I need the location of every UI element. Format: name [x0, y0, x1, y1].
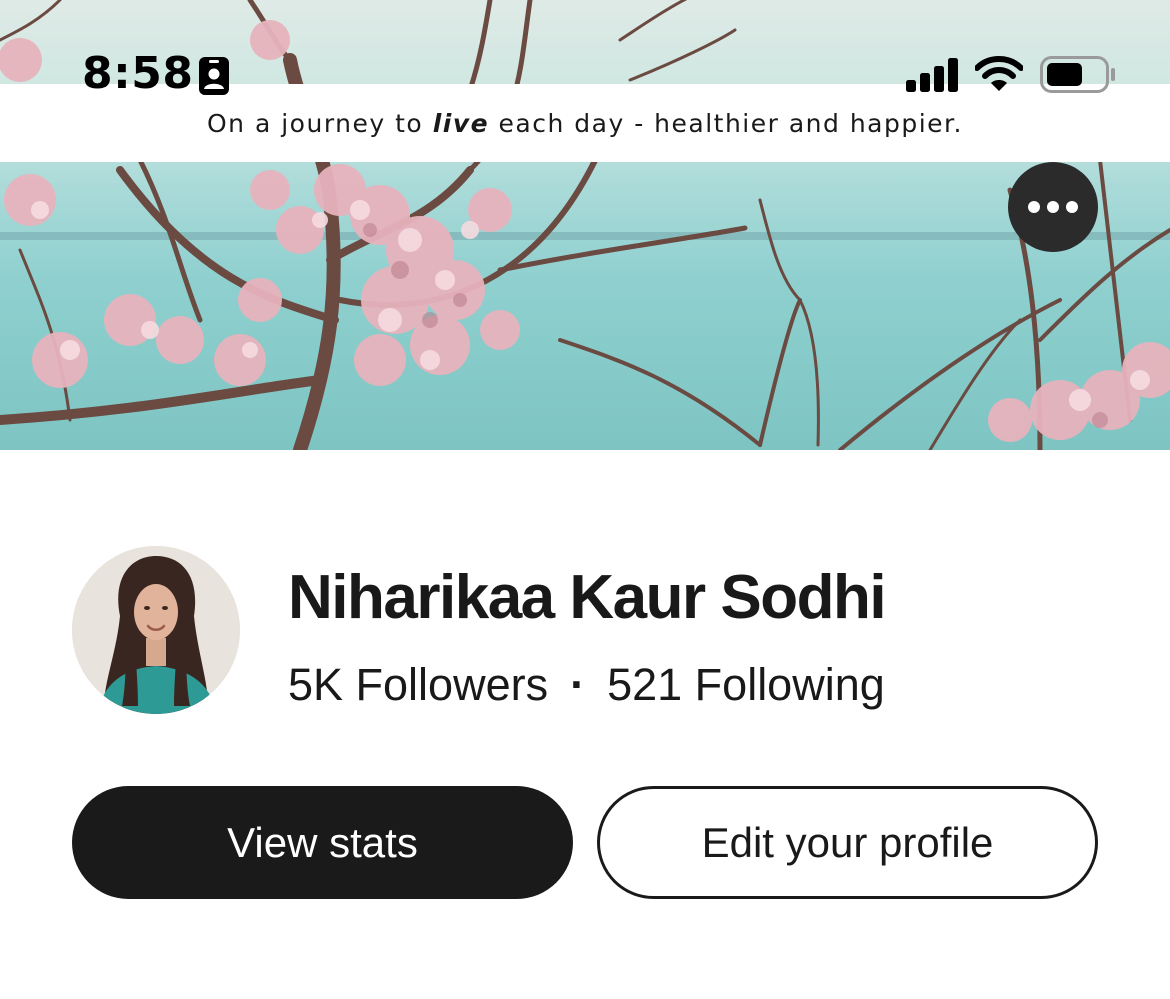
ellipsis-icon [1066, 201, 1078, 213]
contact-card-icon [199, 57, 229, 95]
tagline-emphasis: live [432, 108, 490, 138]
edit-profile-label: Edit your profile [701, 818, 994, 866]
follow-stats: 5K Followers · 521 Following [288, 655, 885, 715]
tagline-start: On a journey to [207, 108, 433, 138]
battery-icon [1040, 56, 1115, 93]
view-stats-label: View stats [227, 818, 418, 866]
avatar-photo [72, 546, 240, 714]
status-time: 8:58 [82, 48, 194, 99]
edit-profile-button[interactable]: Edit your profile [597, 786, 1098, 899]
wifi-icon [975, 56, 1023, 91]
avatar[interactable] [72, 546, 240, 714]
stats-separator: · [570, 659, 586, 710]
profile-name: Niharikaa Kaur Sodhi [288, 563, 887, 632]
following-link[interactable]: 521 Following [607, 655, 885, 715]
more-options-button[interactable] [1008, 162, 1098, 252]
profile-tagline: On a journey to live each day - healthie… [207, 109, 963, 138]
ellipsis-icon [1028, 201, 1040, 213]
ellipsis-icon [1047, 201, 1059, 213]
cellular-signal-icon [906, 58, 958, 92]
tagline-end: each day - healthier and happier. [489, 108, 963, 138]
followers-link[interactable]: 5K Followers [288, 655, 548, 715]
view-stats-button[interactable]: View stats [72, 786, 573, 899]
profile-screen: On a journey to live each day - healthie… [0, 0, 1170, 999]
